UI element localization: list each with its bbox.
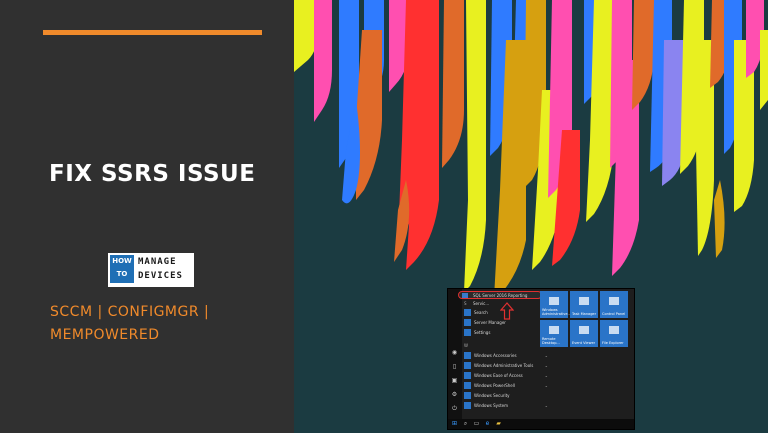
gear-icon: [464, 329, 471, 336]
power-icon[interactable]: ⏻: [451, 405, 458, 412]
chevron-down-icon: ⌄: [544, 353, 548, 358]
settings-item[interactable]: Settings: [464, 329, 490, 336]
chevron-down-icon: ⌄: [544, 373, 548, 378]
pictures-icon[interactable]: ▣: [451, 377, 458, 384]
windows-admin-tools-item[interactable]: Windows Administrative Tools ⌄: [464, 362, 548, 369]
slide-title: FIX SSRS ISSUE: [49, 161, 256, 187]
folder-icon: [464, 372, 471, 379]
logo-how-text: HOW: [112, 257, 132, 265]
tools-icon: [549, 297, 559, 305]
windows-logo-icon[interactable]: ⊞: [451, 420, 458, 427]
task-view-icon[interactable]: ▭: [473, 420, 480, 427]
search-icon: [464, 309, 471, 316]
taskbar: ⊞ ⌕ ▭ e ▰: [448, 419, 634, 429]
how-to-manage-devices-logo: HOW TO MANAGE DEVICES: [108, 253, 194, 287]
logo-line1: MANAGE: [138, 257, 177, 267]
server-manager-item[interactable]: Server Manager: [464, 319, 506, 326]
folder-icon: [464, 362, 471, 369]
document-icon[interactable]: ▯: [451, 363, 458, 370]
chevron-down-icon: ⌄: [544, 363, 548, 368]
search-icon[interactable]: ⌕: [462, 420, 469, 427]
windows-accessories-item[interactable]: Windows Accessories ⌄: [464, 352, 548, 359]
task-manager-icon: [579, 297, 589, 305]
user-icon[interactable]: ◉: [451, 349, 458, 356]
accent-bar: [43, 30, 262, 35]
app-icon: [462, 293, 468, 298]
section-letter-w[interactable]: W: [464, 343, 468, 348]
tile-event-viewer[interactable]: Event Viewer: [570, 320, 598, 347]
red-up-arrow-icon: [500, 302, 514, 320]
control-panel-icon: [609, 297, 619, 305]
logo-manage-devices-text: MANAGE DEVICES: [138, 255, 192, 285]
section-letter-s[interactable]: S: [464, 301, 467, 306]
folder-icon[interactable]: ▰: [495, 420, 502, 427]
edge-icon[interactable]: e: [484, 420, 491, 427]
windows-system-item[interactable]: Windows System ⌄: [464, 402, 548, 409]
logo-line2: DEVICES: [138, 271, 183, 281]
windows-powershell-item[interactable]: Windows PowerShell ⌄: [464, 382, 548, 389]
tile-windows-admin-tools[interactable]: Windows Administrative...: [540, 291, 571, 318]
search-app-item[interactable]: Search: [464, 309, 488, 316]
chevron-down-icon: ⌄: [544, 403, 548, 408]
logo-to-text: TO: [116, 270, 128, 278]
start-menu-left-rail: ◉ ▯ ▣ ⚙ ⏻: [448, 289, 462, 429]
folder-icon: [464, 402, 471, 409]
tile-remote-desktop[interactable]: Remote Desktop...: [540, 320, 568, 347]
tagline: SCCM | CONFIGMGR | MEMPOWERED: [50, 301, 280, 347]
gear-icon[interactable]: ⚙: [451, 391, 458, 398]
tagline-line1: SCCM | CONFIGMGR |: [50, 304, 210, 320]
tile-control-panel[interactable]: Control Panel: [600, 291, 628, 318]
tagline-line2: MEMPOWERED: [50, 327, 160, 343]
folder-icon: [464, 382, 471, 389]
remote-desktop-icon: [549, 326, 559, 334]
left-panel: FIX SSRS ISSUE HOW TO MANAGE DEVICES SCC…: [0, 0, 294, 433]
folder-icon: [464, 352, 471, 359]
chevron-down-icon: ⌄: [544, 383, 548, 388]
server-manager-icon: [464, 319, 471, 326]
folder-icon: [609, 326, 619, 334]
logo-how-to-block: HOW TO: [110, 255, 134, 283]
windows-start-menu-screenshot: ◉ ▯ ▣ ⚙ ⏻ SQL Server 2016 Reporting Serv…: [447, 288, 635, 430]
sql-reporting-services-result[interactable]: SQL Server 2016 Reporting Servic...: [458, 291, 542, 306]
event-viewer-icon: [579, 326, 589, 334]
windows-ease-of-access-item[interactable]: Windows Ease of Access ⌄: [464, 372, 548, 379]
tile-file-explorer[interactable]: File Explorer: [600, 320, 628, 347]
shield-icon: [464, 392, 471, 399]
slide: FIX SSRS ISSUE HOW TO MANAGE DEVICES SCC…: [0, 0, 768, 433]
windows-security-item[interactable]: Windows Security: [464, 392, 548, 399]
tile-task-manager[interactable]: Task Manager: [570, 291, 598, 318]
